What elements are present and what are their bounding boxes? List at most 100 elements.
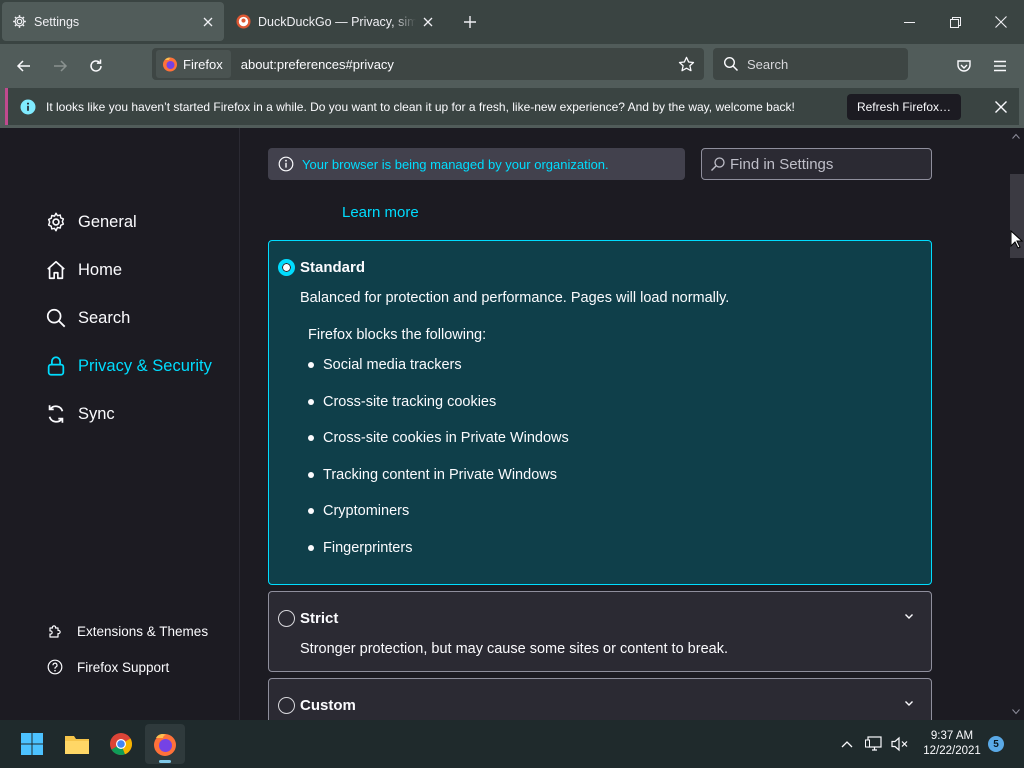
- new-tab-button[interactable]: [458, 10, 482, 34]
- clock-time: 9:37 AM: [930, 730, 974, 742]
- list-item: Cross-site tracking cookies: [308, 394, 496, 410]
- blocks-title: Firefox blocks the following:: [308, 327, 487, 343]
- tab-duckduckgo[interactable]: DuckDuckGo — Privacy, simplif: [226, 2, 444, 41]
- preferences-content: General Home Search Privacy & Security S…: [0, 128, 1024, 720]
- url-text[interactable]: about:preferences#privacy: [241, 57, 672, 72]
- address-bar[interactable]: Firefox about:preferences#privacy: [152, 48, 704, 80]
- custom-title: Custom: [300, 697, 356, 714]
- standard-radio[interactable]: [278, 259, 295, 276]
- list-item: Cross-site cookies in Private Windows: [308, 430, 569, 446]
- sidebar-item-search[interactable]: Search: [44, 306, 130, 330]
- managed-notice[interactable]: Your browser is being managed by your or…: [268, 148, 685, 180]
- vertical-scrollbar[interactable]: [1007, 128, 1024, 720]
- sync-icon: [44, 402, 68, 426]
- chrome-button[interactable]: [101, 724, 141, 764]
- duckduckgo-icon: [235, 14, 251, 30]
- custom-protection-card[interactable]: Custom: [268, 678, 932, 720]
- network-button[interactable]: [863, 732, 885, 756]
- firefox-taskbar-button[interactable]: [145, 724, 185, 764]
- navigation-toolbar: Firefox about:preferences#privacy: [0, 44, 1024, 86]
- file-explorer-button[interactable]: [57, 724, 97, 764]
- tab-label: DuckDuckGo — Privacy, simplif: [258, 14, 416, 29]
- chevron-down-icon[interactable]: [901, 608, 917, 624]
- footer-item-label: Extensions & Themes: [77, 623, 209, 639]
- firefox-icon: [154, 734, 176, 756]
- extensions-themes-link[interactable]: Extensions & Themes: [46, 622, 208, 640]
- close-icon[interactable]: [989, 95, 1013, 119]
- firefox-support-link[interactable]: Firefox Support: [46, 658, 169, 676]
- puzzle-icon: [46, 622, 64, 640]
- sidebar-item-label: Home: [78, 260, 123, 279]
- close-window-button[interactable]: [978, 0, 1024, 44]
- find-in-settings[interactable]: [701, 148, 932, 180]
- list-item: Cryptominers: [308, 503, 409, 519]
- network-icon: [865, 736, 882, 751]
- bookmark-star-icon[interactable]: [672, 50, 700, 78]
- find-in-settings-input[interactable]: [730, 155, 920, 173]
- scroll-down-arrow-icon[interactable]: [1010, 706, 1022, 718]
- sidebar: General Home Search Privacy & Security S…: [0, 128, 240, 720]
- identity-box[interactable]: Firefox: [156, 50, 231, 78]
- sidebar-item-privacy[interactable]: Privacy & Security: [44, 354, 212, 378]
- forward-arrow-icon: [54, 60, 68, 72]
- list-item: Social media trackers: [308, 357, 462, 373]
- volume-button[interactable]: [889, 732, 911, 756]
- clock-date: 12/22/2021: [923, 745, 981, 757]
- refresh-firefox-button[interactable]: Refresh Firefox…: [846, 93, 961, 120]
- gear-icon: [11, 14, 27, 30]
- back-button[interactable]: [10, 52, 38, 80]
- strict-title: Strict: [300, 610, 339, 627]
- search-icon: [44, 306, 68, 330]
- gear-icon: [44, 210, 68, 234]
- minimize-button[interactable]: [886, 0, 932, 44]
- search-input[interactable]: [747, 56, 897, 72]
- sidebar-item-home[interactable]: Home: [44, 258, 122, 282]
- strict-protection-card[interactable]: Strict Stronger protection, but may caus…: [268, 591, 932, 672]
- close-tab-icon[interactable]: [416, 10, 440, 34]
- folder-icon: [65, 736, 89, 754]
- restore-icon: [949, 16, 961, 28]
- restore-button[interactable]: [932, 0, 978, 44]
- close-tab-icon[interactable]: [196, 10, 220, 34]
- list-item: Tracking content in Private Windows: [308, 467, 557, 483]
- taskbar: 9:37 AM 12/22/2021 5: [0, 720, 1024, 768]
- sidebar-item-general[interactable]: General: [44, 210, 137, 234]
- notification-count-badge[interactable]: 5: [988, 736, 1004, 752]
- strict-radio[interactable]: [278, 610, 295, 627]
- notification-text: It looks like you haven’t started Firefo…: [46, 99, 795, 114]
- windows-logo-icon: [21, 733, 43, 755]
- minimize-icon: [903, 21, 915, 23]
- sidebar-item-sync[interactable]: Sync: [44, 402, 115, 426]
- pocket-icon: [957, 60, 971, 72]
- sidebar-item-label: Search: [78, 308, 131, 327]
- notification-bar: It looks like you haven’t started Firefo…: [5, 88, 1019, 125]
- show-hidden-icons-button[interactable]: [836, 732, 858, 756]
- list-item: Fingerprinters: [308, 540, 412, 556]
- pocket-button[interactable]: [950, 52, 978, 80]
- reload-icon: [90, 59, 102, 72]
- standard-title: Standard: [300, 259, 366, 276]
- back-arrow-icon: [16, 60, 30, 72]
- forward-button[interactable]: [46, 52, 74, 80]
- footer-item-label: Firefox Support: [77, 659, 170, 675]
- close-icon: [995, 16, 1007, 28]
- system-clock[interactable]: 9:37 AM 12/22/2021: [916, 729, 988, 759]
- reload-button[interactable]: [82, 52, 110, 80]
- scroll-up-arrow-icon[interactable]: [1010, 130, 1022, 142]
- home-icon: [44, 258, 68, 282]
- search-icon: [723, 56, 739, 72]
- custom-radio[interactable]: [278, 697, 295, 714]
- tab-settings[interactable]: Settings: [2, 2, 224, 41]
- chevron-down-icon[interactable]: [901, 695, 917, 711]
- app-menu-button[interactable]: [986, 52, 1014, 80]
- managed-notice-text[interactable]: Your browser is being managed by your or…: [302, 157, 609, 172]
- standard-protection-card[interactable]: Standard Balanced for protection and per…: [268, 240, 932, 585]
- sidebar-item-label: Privacy & Security: [78, 356, 212, 375]
- info-icon: [278, 156, 294, 172]
- tab-strip: Settings DuckDuckGo — Privacy, simplif: [0, 0, 1024, 44]
- search-bar[interactable]: [713, 48, 908, 80]
- strict-description: Stronger protection, but may cause some …: [300, 641, 728, 657]
- learn-more-link[interactable]: Learn more: [342, 200, 419, 217]
- start-button[interactable]: [12, 724, 52, 764]
- search-icon: [711, 157, 725, 171]
